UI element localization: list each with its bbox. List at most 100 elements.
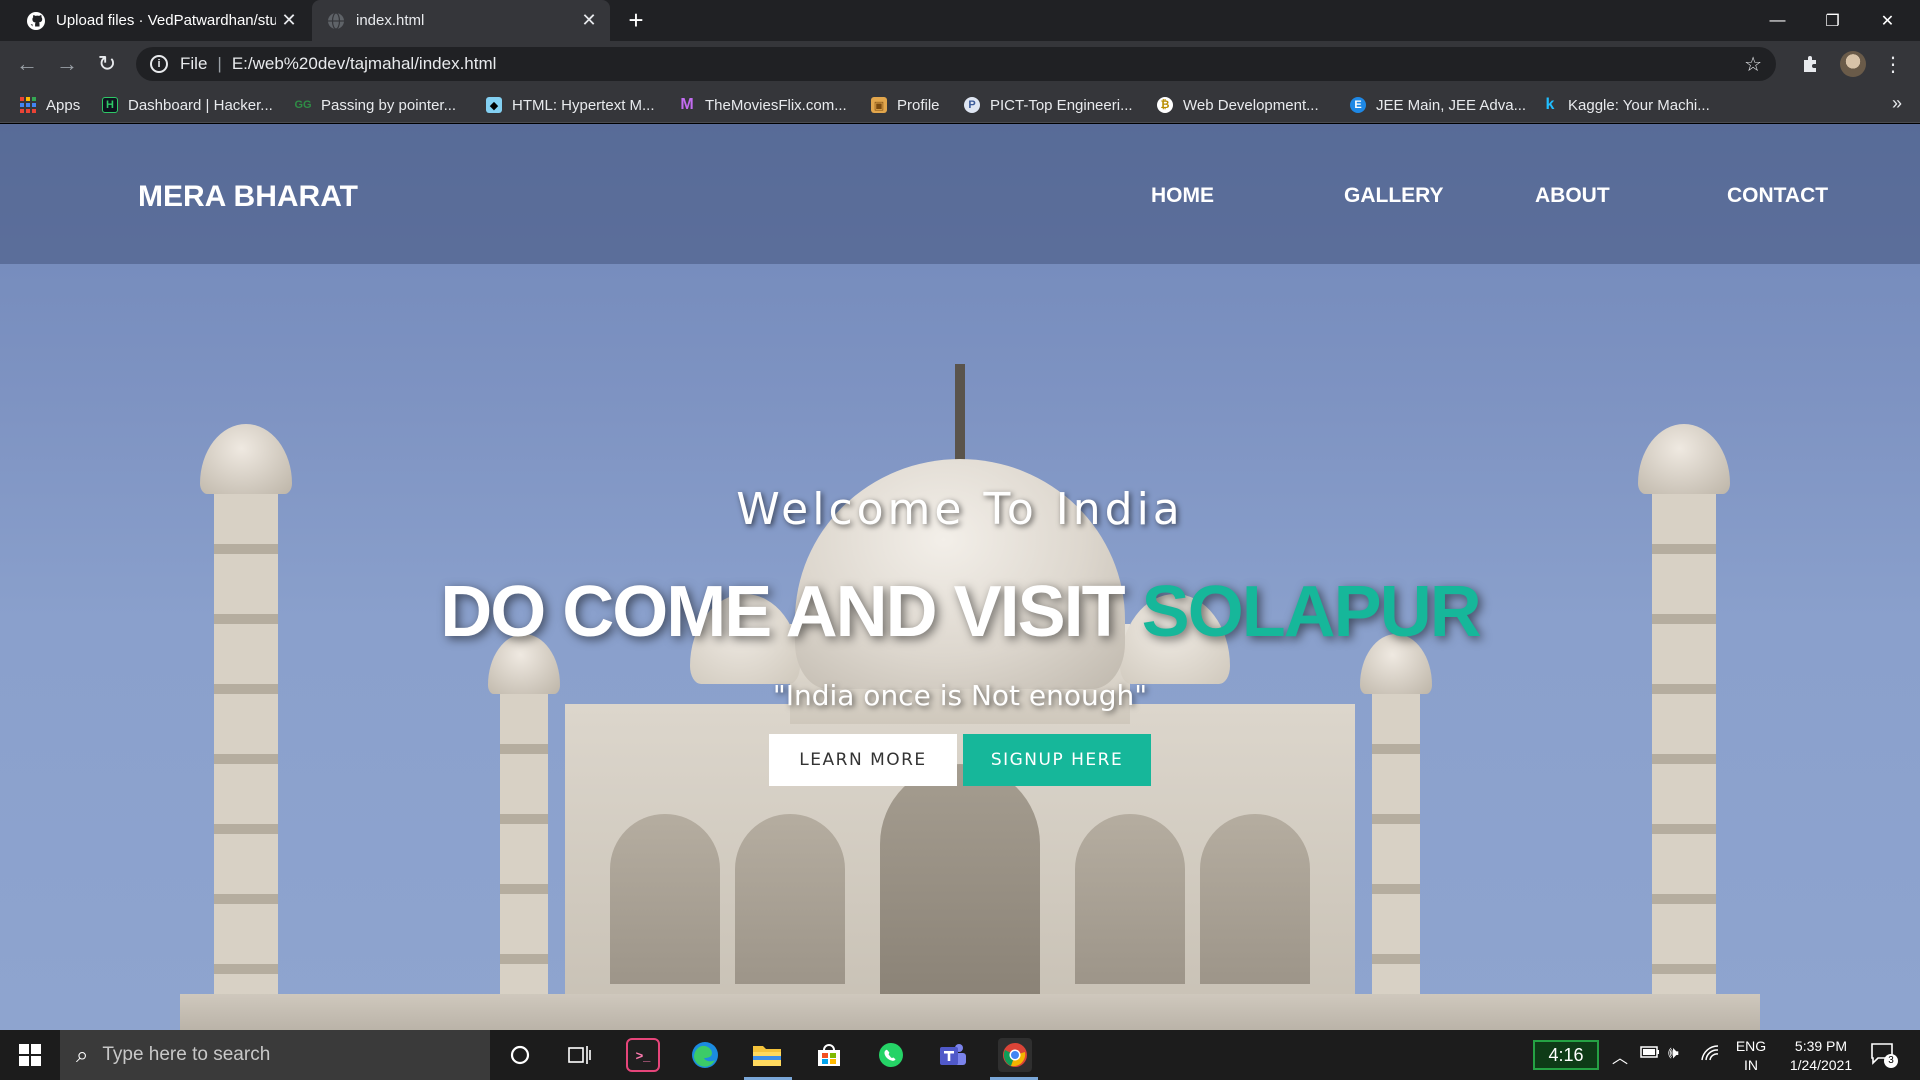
url-scheme: File (180, 54, 208, 73)
notifications-count: 3 (1884, 1054, 1898, 1068)
bookmark-profile[interactable]: ▣ Profile (871, 93, 940, 117)
hero-headline: DO COME AND VISIT SOLAPUR (0, 571, 1920, 653)
web-page: MERA BHARAT HOME GALLERY ABOUT CONTACT W… (0, 124, 1920, 1030)
close-window-button[interactable]: ✕ (1860, 0, 1915, 41)
taskbar-search-box[interactable]: ⌕ Type here to search (60, 1030, 490, 1080)
battery-icon[interactable] (1640, 1045, 1660, 1062)
hero-tagline: "India once is Not enough" (772, 679, 1148, 712)
hero-headline-accent: SOLAPUR (1141, 572, 1482, 652)
back-icon[interactable]: ← (12, 49, 42, 79)
plinth (180, 994, 1760, 1030)
close-tab-icon[interactable]: ✕ (576, 10, 602, 31)
hero-section: Welcome To India DO COME AND VISIT SOLAP… (0, 484, 1920, 786)
forward-icon[interactable]: → (52, 49, 82, 79)
bookmark-star-icon[interactable]: ☆ (1744, 52, 1762, 77)
terminal-app-icon[interactable]: >_ (626, 1038, 660, 1072)
nav-gallery[interactable]: GALLERY (1344, 184, 1444, 208)
language-code: ENG (1735, 1038, 1767, 1054)
tab-upload-files[interactable]: Upload files · VedPatwardhan/stu ✕ (12, 0, 310, 41)
chrome-icon[interactable] (998, 1038, 1032, 1072)
bookmarks-bar: Apps H Dashboard | Hacker... GG Passing … (0, 87, 1920, 123)
bookmark-kaggle[interactable]: k Kaggle: Your Machi... (1542, 93, 1710, 117)
bookmark-moviesflix[interactable]: M TheMoviesFlix.com... (679, 93, 847, 117)
nav-contact[interactable]: CONTACT (1727, 184, 1828, 208)
windows-taskbar: ⌕ Type here to search >_ 4:16 ︿ 🕪 ENG IN (0, 1030, 1920, 1080)
bookmark-label: Web Development... (1183, 96, 1319, 114)
bookmark-label: TheMoviesFlix.com... (705, 96, 847, 114)
microsoft-store-icon[interactable] (812, 1038, 846, 1072)
hero-welcome: Welcome To India (736, 484, 1184, 535)
bookmark-label: Apps (46, 96, 81, 114)
mdn-icon: ◆ (486, 97, 502, 113)
address-bar[interactable]: i File | E:/web%20dev/tajmahal/index.htm… (136, 47, 1776, 81)
side-arch-right (1200, 814, 1310, 984)
language-region: IN (1744, 1057, 1758, 1073)
teams-icon[interactable] (936, 1038, 970, 1072)
globe-icon (326, 11, 346, 31)
cortana-icon[interactable] (503, 1038, 537, 1072)
clock-date: 1/24/2021 (1789, 1057, 1853, 1073)
learn-more-button[interactable]: LEARN MORE (769, 734, 957, 786)
bookmark-hackerrank[interactable]: H Dashboard | Hacker... (102, 93, 273, 117)
minimize-button[interactable]: — (1750, 0, 1805, 41)
profile-avatar[interactable] (1840, 51, 1866, 77)
hero-buttons: LEARN MORE SIGNUP HERE (0, 734, 1920, 786)
clock[interactable]: 5:39 PM 1/24/2021 (1776, 1037, 1866, 1075)
side-arch-right-2 (1075, 814, 1185, 984)
notifications-icon[interactable]: 3 (1870, 1042, 1898, 1069)
new-tab-button[interactable]: + (622, 6, 650, 34)
bookmarks-overflow-icon[interactable]: » (1892, 93, 1902, 114)
tab-title: Upload files · VedPatwardhan/stu (56, 12, 276, 29)
hackerrank-icon: H (102, 97, 118, 113)
apps-grid-icon (20, 97, 36, 113)
pict-icon: P (964, 97, 980, 113)
bookmark-label: Kaggle: Your Machi... (1568, 96, 1710, 114)
bookmark-pict[interactable]: P PICT-Top Engineeri... (964, 93, 1133, 117)
bookmark-label: PICT-Top Engineeri... (990, 96, 1133, 114)
nav-home[interactable]: HOME (1151, 184, 1214, 208)
extensions-puzzle-icon[interactable] (1798, 51, 1824, 77)
geeksforgeeks-icon: GG (294, 99, 312, 111)
menu-kebab-icon[interactable]: ⋮ (1880, 51, 1906, 77)
hero-headline-main: DO COME AND VISIT (440, 572, 1142, 652)
chevron-up-icon[interactable]: ︿ (1612, 1044, 1628, 1068)
tab-strip: Upload files · VedPatwardhan/stu ✕ index… (0, 0, 1920, 41)
bookmark-apps[interactable]: Apps (20, 93, 80, 117)
close-tab-icon[interactable]: ✕ (276, 10, 302, 31)
file-explorer-icon[interactable] (750, 1038, 784, 1072)
package-icon: ▣ (871, 97, 887, 113)
bookmark-mdn[interactable]: ◆ HTML: Hypertext M... (486, 93, 655, 117)
site-brand[interactable]: MERA BHARAT (138, 180, 358, 214)
clock-time: 5:39 PM (1794, 1038, 1848, 1054)
volume-icon[interactable]: 🕪 (1668, 1043, 1679, 1063)
side-arch-left (610, 814, 720, 984)
reload-icon[interactable]: ↻ (92, 49, 122, 79)
task-view-icon[interactable] (563, 1038, 597, 1072)
bookmark-geeksforgeeks[interactable]: GG Passing by pointer... (294, 93, 457, 117)
restore-button[interactable]: ❐ (1805, 0, 1860, 41)
info-icon[interactable]: i (150, 55, 168, 73)
language-indicator[interactable]: ENG IN (1734, 1037, 1768, 1075)
bookmark-label: Dashboard | Hacker... (128, 96, 273, 114)
bookmark-jee[interactable]: E JEE Main, JEE Adva... (1350, 93, 1526, 117)
nav-about[interactable]: ABOUT (1535, 184, 1610, 208)
moviesflix-icon: M (680, 96, 694, 113)
signup-button[interactable]: SIGNUP HERE (963, 734, 1151, 786)
search-icon: ⌕ (76, 1042, 89, 1067)
github-icon (26, 11, 46, 31)
terminal-glyph: >_ (635, 1047, 651, 1063)
bookmark-label: Passing by pointer... (321, 96, 457, 114)
main-arch (880, 764, 1040, 1004)
bookmark-webdev[interactable]: ₿ Web Development... (1157, 93, 1319, 117)
url-separator: | (217, 54, 222, 73)
windows-start-icon[interactable] (0, 1030, 60, 1080)
kaggle-icon: k (1545, 96, 1555, 113)
tab-index-html[interactable]: index.html ✕ (312, 0, 610, 41)
edge-icon[interactable] (688, 1038, 722, 1072)
bookmark-label: Profile (897, 96, 940, 114)
whatsapp-icon[interactable] (874, 1038, 908, 1072)
battery-time-widget[interactable]: 4:16 (1533, 1040, 1599, 1070)
wifi-icon[interactable] (1700, 1044, 1720, 1065)
url-text[interactable]: E:/web%20dev/tajmahal/index.html (232, 54, 497, 74)
webdev-icon: ₿ (1157, 97, 1173, 113)
